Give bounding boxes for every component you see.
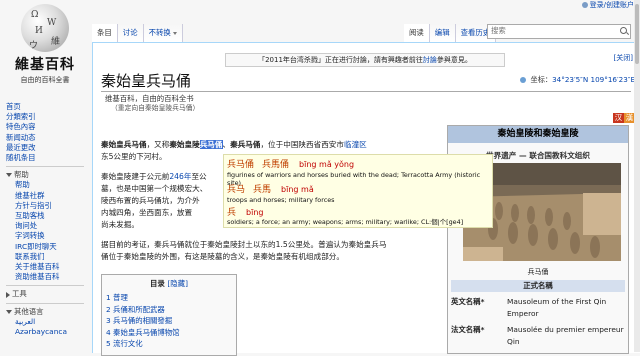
nav-item-donate[interactable]: 资助维基百科 [15, 272, 84, 282]
nav-main: 首页 分類索引 特色內容 新闻动态 最近更改 随机条目 帮助 帮助 维基社群 方… [6, 102, 84, 337]
logo-slogan: 自由的百科全書 [20, 76, 70, 84]
portal-tools-header[interactable]: 工具 [6, 289, 84, 299]
nav-item-recent-changes[interactable]: 最近更改 [6, 143, 84, 153]
popup-entry-title: 兵马俑 兵馬俑 bīng mǎ yǒng [227, 160, 355, 170]
nav-item-policy[interactable]: 方针与指引 [15, 201, 84, 211]
tab-article[interactable]: 条目 [92, 24, 118, 42]
nav-item-about[interactable]: 关于维基百科 [15, 262, 84, 272]
nav-item-reference-desk[interactable]: 询问处 [15, 221, 84, 231]
location-paragraph: 据目前的考证，秦兵马俑就位于秦始皇陵封土以东的1.5公里处。普遍认为秦始皇兵马俑… [101, 240, 387, 261]
search-icon[interactable] [620, 27, 627, 34]
tab-variant-dropdown[interactable]: 不转换 [143, 24, 183, 42]
toc-item[interactable]: 3 兵马俑的相關發掘 [106, 316, 172, 325]
page-scrollbar[interactable] [634, 0, 640, 352]
nav-item-home[interactable]: 首页 [6, 102, 84, 112]
puzzle-globe-icon: ΩW И維 ウ [21, 4, 69, 52]
variant-simplified-button[interactable]: 汉 [613, 113, 624, 123]
nav-item-irc[interactable]: IRC即时聊天 [15, 242, 84, 252]
popup-entry-definition: troops and horses; military forces [227, 196, 335, 204]
tab-read[interactable]: 阅读 [404, 24, 430, 42]
personal-tools: 登录/创建账户 [581, 0, 634, 10]
nav-item-contact[interactable]: 联系我们 [15, 252, 84, 262]
table-of-contents: 目录 [隐藏] 1 普理 2 兵俑和所配武器 3 兵马俑的相關發掘 4 秦始皇兵… [101, 274, 237, 356]
portal-help: 帮助 维基社群 方针与指引 互助客栈 询问处 字词转换 IRC即时聊天 联系我们… [6, 180, 84, 282]
page-title: 秦始皇兵马俑 [101, 72, 192, 90]
title-divider [101, 91, 631, 92]
wikipedia-logo[interactable]: ΩW И維 ウ 維基百科 自由的百科全書 [10, 4, 80, 96]
view-tabs: 阅读 编辑 查看历史 [404, 22, 497, 42]
toc-item[interactable]: 1 普理 [106, 293, 128, 302]
dictionary-popup: 兵马俑 兵馬俑 bīng mǎ yǒng figurines of warriors… [223, 154, 493, 228]
portal-languages-header[interactable]: 其他语言 [6, 307, 84, 317]
variant-switcher: 汉 漢 [613, 113, 635, 123]
triangle-right-icon [6, 291, 10, 298]
infobox-caption: 兵马俑 [527, 268, 549, 276]
nav-item-village-pump[interactable]: 互助客栈 [15, 211, 84, 221]
search-input[interactable] [488, 25, 614, 36]
namespace-tabs: 条目 讨论 不转换 [92, 22, 183, 42]
lang-item-azerbaijani[interactable]: Azərbaycanca [15, 327, 84, 337]
login-link[interactable]: 登录/创建账户 [590, 0, 634, 10]
user-icon [581, 2, 588, 8]
nav-divider [6, 285, 84, 287]
portal-languages: العربية Azərbaycanca [6, 317, 84, 337]
triangle-down-icon [6, 309, 12, 314]
nav-item-community[interactable]: 维基社群 [15, 191, 84, 201]
popup-entry-definition: soldiers; a force; an army; weapons; arm… [227, 218, 464, 226]
tab-edit[interactable]: 编辑 [429, 24, 456, 42]
lang-item-arabic[interactable]: العربية [15, 317, 84, 327]
toc-item[interactable]: 5 流行文化 [106, 339, 143, 348]
chevron-down-icon [172, 31, 177, 35]
nav-item-random[interactable]: 随机条目 [6, 153, 84, 163]
toc-toggle-link[interactable]: [隐藏] [167, 279, 188, 288]
link-lintong[interactable]: 临潼区 [344, 140, 367, 149]
scrollbar-thumb[interactable] [635, 4, 639, 64]
nav-divider [6, 166, 84, 168]
nav-divider [6, 302, 84, 304]
notice-close-link[interactable]: [关闭] [614, 53, 633, 63]
portal-help-header[interactable]: 帮助 [6, 170, 84, 180]
logo-name: 維基百科 [15, 57, 75, 73]
toc-item[interactable]: 2 兵俑和所配武器 [106, 305, 165, 314]
triangle-down-icon [6, 173, 12, 178]
nav-item-conversion[interactable]: 字词转换 [15, 231, 84, 241]
coordinates-link[interactable]: 34°23′5″N 109°16′23″E [552, 75, 635, 84]
nav-item-help[interactable]: 帮助 [15, 180, 84, 190]
infobox-section-header: 正式名稱 [451, 280, 625, 292]
nav-item-categories[interactable]: 分類索引 [6, 112, 84, 122]
sidebar: ΩW И維 ウ 維基百科 自由的百科全書 首页 分類索引 特色內容 新闻动态 最… [0, 0, 92, 352]
site-notice: 「2011年台湾杀戮」正在进行討論，請有興趣者前往討論參與意見。 [225, 53, 505, 67]
nav-item-news[interactable]: 新闻动态 [6, 133, 84, 143]
popup-entry-title: 兵马 兵馬 bīng mǎ [227, 185, 314, 195]
tab-talk[interactable]: 讨论 [117, 24, 144, 42]
coordinates: 坐标：34°23′5″N 109°16′23″E [520, 75, 635, 85]
search-box [487, 24, 631, 39]
redirect-note: （重定向自秦始皇陵兵马俑） [111, 104, 200, 112]
nav-item-featured[interactable]: 特色內容 [6, 122, 84, 132]
notice-link[interactable]: 討論 [423, 56, 437, 64]
infobox-title: 秦始皇陵和秦始皇陵 [448, 126, 628, 143]
globe-icon [520, 77, 527, 83]
selected-text[interactable]: 兵马俑 [199, 140, 223, 149]
link-year[interactable]: 246年 [169, 172, 191, 181]
toc-title: 目录 [150, 279, 165, 288]
toc-item[interactable]: 4 秦始皇兵马俑博物馆 [106, 328, 180, 337]
